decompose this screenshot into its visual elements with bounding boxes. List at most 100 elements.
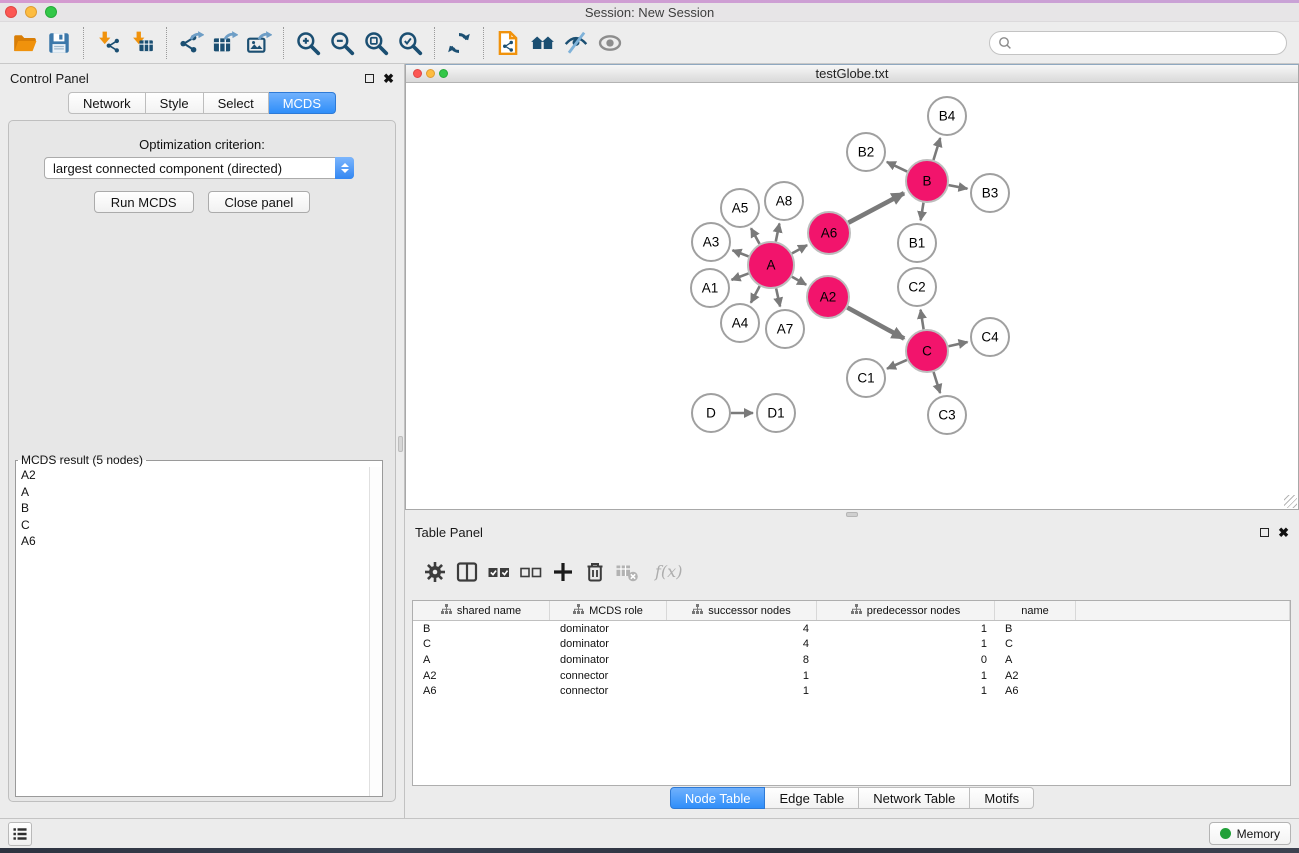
table-cell[interactable]: 4 [667, 638, 817, 650]
table-cell[interactable]: A6 [413, 685, 550, 697]
table-cell[interactable]: 1 [667, 685, 817, 697]
splitter-handle[interactable] [846, 512, 858, 517]
graph-node-A1[interactable]: A1 [691, 269, 729, 307]
task-history-button[interactable] [8, 822, 32, 846]
export-table-icon[interactable] [208, 26, 242, 60]
table-cell[interactable]: connector [550, 670, 667, 682]
table-cell[interactable]: B [995, 623, 1076, 635]
table-row[interactable]: Cdominator41C [413, 637, 1290, 653]
table-cell[interactable]: 1 [817, 670, 995, 682]
add-column-icon[interactable] [547, 556, 579, 588]
close-panel-icon[interactable]: ✖ [383, 74, 394, 83]
mcds-result-item[interactable]: C [16, 517, 369, 534]
graph-node-A[interactable]: A [748, 242, 794, 288]
graph-node-C3[interactable]: C3 [928, 396, 966, 434]
table-cell[interactable]: dominator [550, 654, 667, 666]
graph-node-A6[interactable]: A6 [808, 212, 850, 254]
table-row[interactable]: Adominator80A [413, 652, 1290, 668]
table-cell[interactable]: 1 [817, 685, 995, 697]
graph-node-C2[interactable]: C2 [898, 268, 936, 306]
tab-select[interactable]: Select [204, 92, 269, 114]
graph-node-A8[interactable]: A8 [765, 182, 803, 220]
eye-icon[interactable] [593, 26, 627, 60]
mcds-result-item[interactable]: B [16, 500, 369, 517]
mcds-list-scrollbar[interactable] [369, 467, 382, 796]
graph-node-C4[interactable]: C4 [971, 318, 1009, 356]
tab-style[interactable]: Style [146, 92, 204, 114]
tab-network-table[interactable]: Network Table [859, 787, 970, 809]
graph-node-A5[interactable]: A5 [721, 189, 759, 227]
tab-network[interactable]: Network [68, 92, 146, 114]
home-icon[interactable] [525, 26, 559, 60]
table-row[interactable]: Bdominator41B [413, 621, 1290, 637]
graph-node-B[interactable]: B [906, 160, 948, 202]
graph-node-B4[interactable]: B4 [928, 97, 966, 135]
column-header-shared-name[interactable]: shared name [413, 601, 550, 620]
float-panel-icon[interactable] [365, 74, 374, 83]
tab-node-table[interactable]: Node Table [670, 787, 766, 809]
table-cell[interactable]: 4 [667, 623, 817, 635]
table-row[interactable]: A2connector11A2 [413, 668, 1290, 684]
show-columns-icon[interactable] [451, 556, 483, 588]
graph-node-B3[interactable]: B3 [971, 174, 1009, 212]
close-table-panel-icon[interactable]: ✖ [1278, 528, 1289, 537]
graph-node-D[interactable]: D [692, 394, 730, 432]
graph-node-A2[interactable]: A2 [807, 276, 849, 318]
panel-splitter-handle[interactable] [398, 436, 403, 452]
network-canvas[interactable]: A A1 A2 A3 A4 A5 A6 A7 A8 B B1 B2 B3 B4 C C1 C2 C3 C4 D D1 [406, 83, 1298, 509]
table-cell[interactable]: 1 [817, 623, 995, 635]
export-network-icon[interactable] [174, 26, 208, 60]
tab-mcds[interactable]: MCDS [269, 92, 336, 114]
zoom-in-icon[interactable] [291, 26, 325, 60]
import-network-icon[interactable] [91, 26, 125, 60]
settings-gear-icon[interactable] [419, 556, 451, 588]
mcds-result-item[interactable]: A [16, 484, 369, 501]
open-session-icon[interactable] [8, 26, 42, 60]
tab-edge-table[interactable]: Edge Table [765, 787, 859, 809]
refresh-icon[interactable] [442, 26, 476, 60]
table-cell[interactable]: A [413, 654, 550, 666]
export-image-icon[interactable] [242, 26, 276, 60]
close-panel-button[interactable]: Close panel [208, 191, 311, 213]
mcds-result-item[interactable]: A2 [16, 467, 369, 484]
save-session-icon[interactable] [42, 26, 76, 60]
graph-node-A7[interactable]: A7 [766, 310, 804, 348]
delete-column-icon[interactable] [579, 556, 611, 588]
graph-node-A3[interactable]: A3 [692, 223, 730, 261]
table-cell[interactable]: A2 [413, 670, 550, 682]
table-cell[interactable]: A6 [995, 685, 1076, 697]
zoom-selected-icon[interactable] [393, 26, 427, 60]
table-cell[interactable]: A2 [995, 670, 1076, 682]
tab-motifs[interactable]: Motifs [970, 787, 1034, 809]
graph-node-D1[interactable]: D1 [757, 394, 795, 432]
network-from-file-icon[interactable] [491, 26, 525, 60]
table-cell[interactable]: 1 [667, 670, 817, 682]
graph-node-A4[interactable]: A4 [721, 304, 759, 342]
select-all-icon[interactable] [483, 556, 515, 588]
mcds-result-item[interactable]: A6 [16, 533, 369, 550]
table-cell[interactable]: A [995, 654, 1076, 666]
table-cell[interactable]: dominator [550, 623, 667, 635]
table-row[interactable]: A6connector11A6 [413, 683, 1290, 699]
table-cell[interactable]: connector [550, 685, 667, 697]
table-cell[interactable]: 0 [817, 654, 995, 666]
graph-node-B1[interactable]: B1 [898, 224, 936, 262]
table-cell[interactable]: 1 [817, 638, 995, 650]
table-cell[interactable]: dominator [550, 638, 667, 650]
table-cell[interactable]: B [413, 623, 550, 635]
table-cell[interactable]: 8 [667, 654, 817, 666]
column-header-successor-nodes[interactable]: successor nodes [667, 601, 817, 620]
resize-grip[interactable] [1284, 495, 1297, 508]
graph-node-C1[interactable]: C1 [847, 359, 885, 397]
search-input[interactable] [989, 31, 1287, 55]
graph-node-B2[interactable]: B2 [847, 133, 885, 171]
float-table-panel-icon[interactable] [1260, 528, 1269, 537]
criterion-dropdown[interactable]: largest connected component (directed) [44, 157, 354, 179]
column-header-predecessor-nodes[interactable]: predecessor nodes [817, 601, 995, 620]
hide-eye-icon[interactable] [559, 26, 593, 60]
run-mcds-button[interactable]: Run MCDS [94, 191, 194, 213]
column-header-mcds-role[interactable]: MCDS role [550, 601, 667, 620]
column-header-name[interactable]: name [995, 601, 1076, 620]
table-cell[interactable]: C [413, 638, 550, 650]
graph-node-C[interactable]: C [906, 330, 948, 372]
